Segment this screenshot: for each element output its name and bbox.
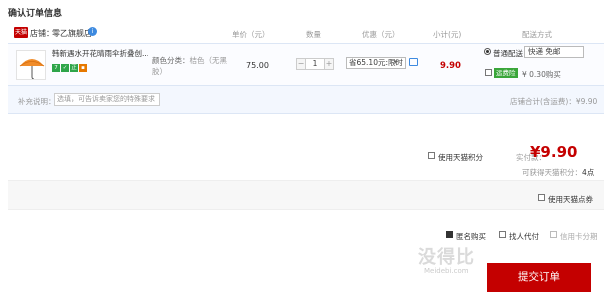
genuine-icon: 正 — [70, 64, 78, 72]
return-insurance-checkbox[interactable] — [485, 69, 492, 76]
page-title: 确认订单信息 — [8, 9, 63, 19]
service-tags: 7 ✓ 正 ▪ — [52, 62, 88, 72]
qty-input[interactable]: 1 — [306, 58, 324, 70]
product-attribute: 颜色分类：桔色（无黑胶） — [152, 56, 227, 76]
watermark-url: Meidebi.com — [424, 267, 469, 275]
anonymous-label: 匿名购买 — [456, 232, 486, 241]
unit-price: 75.00 — [246, 61, 269, 70]
promo-flag-icon: ▪ — [79, 64, 87, 72]
points-earned: 可获得天猫积分：4点 — [522, 168, 595, 177]
anonymous-checkbox[interactable] — [446, 231, 453, 238]
umbrella-icon — [19, 59, 45, 79]
installment-checkbox[interactable] — [550, 231, 557, 238]
use-points-label: 使用天猫积分 — [438, 153, 483, 162]
store-name-link[interactable]: 零乙旗舰店 — [52, 28, 92, 39]
coupon-checkbox[interactable] — [538, 194, 545, 201]
store-info-icon[interactable]: i — [88, 27, 97, 36]
proxy-pay-label: 找人代付 — [509, 232, 539, 241]
note-label: 补充说明： — [18, 97, 56, 106]
qty-plus-button[interactable]: + — [324, 58, 334, 70]
col-discount: 优惠（元） — [362, 30, 400, 39]
quantity-stepper: − 1 + — [296, 58, 334, 70]
product-thumbnail[interactable] — [16, 50, 46, 80]
col-shipping: 配送方式 — [522, 30, 552, 39]
store-label: 店铺： — [30, 29, 54, 38]
paid-value: ¥9.90 — [530, 143, 578, 161]
seven-day-return-icon: 7 — [52, 64, 60, 72]
use-points-checkbox[interactable] — [428, 152, 435, 159]
return-insurance-price: ¥ 0.30购买 — [522, 70, 561, 79]
guarantee-icon: ✓ — [61, 64, 69, 72]
proxy-pay-checkbox[interactable] — [499, 231, 506, 238]
shipping-method-label: 普通配送 — [493, 49, 523, 58]
store-total: 店铺合计(含运费)：¥9.90 — [510, 97, 598, 106]
watermark: 没得比 — [418, 247, 475, 268]
item-subtotal: 9.90 — [440, 61, 461, 71]
message-icon[interactable] — [409, 58, 418, 66]
installment-label: 信用卡分期 — [560, 232, 598, 241]
carrier-select[interactable]: 快递 免邮 — [524, 46, 584, 58]
coupon-label: 使用天猫点券 — [548, 195, 593, 204]
note-input[interactable]: 选填，可告诉卖家您的特殊要求 — [54, 93, 160, 106]
shipping-radio[interactable] — [484, 48, 491, 55]
tmall-badge: 天猫 — [14, 27, 28, 38]
chevron-down-icon: ▾ — [394, 58, 398, 66]
return-insurance-badge: 运费险 — [494, 68, 518, 78]
col-unit-price: 单价（元） — [232, 30, 270, 39]
submit-order-button[interactable]: 提交订单 — [487, 263, 591, 292]
col-subtotal: 小计(元) — [433, 30, 462, 39]
qty-minus-button[interactable]: − — [296, 58, 306, 70]
coupon-row — [8, 180, 604, 210]
product-name-link[interactable]: 韩新遇水开花晴雨伞折叠创... — [52, 48, 148, 59]
col-quantity: 数量 — [306, 30, 321, 39]
